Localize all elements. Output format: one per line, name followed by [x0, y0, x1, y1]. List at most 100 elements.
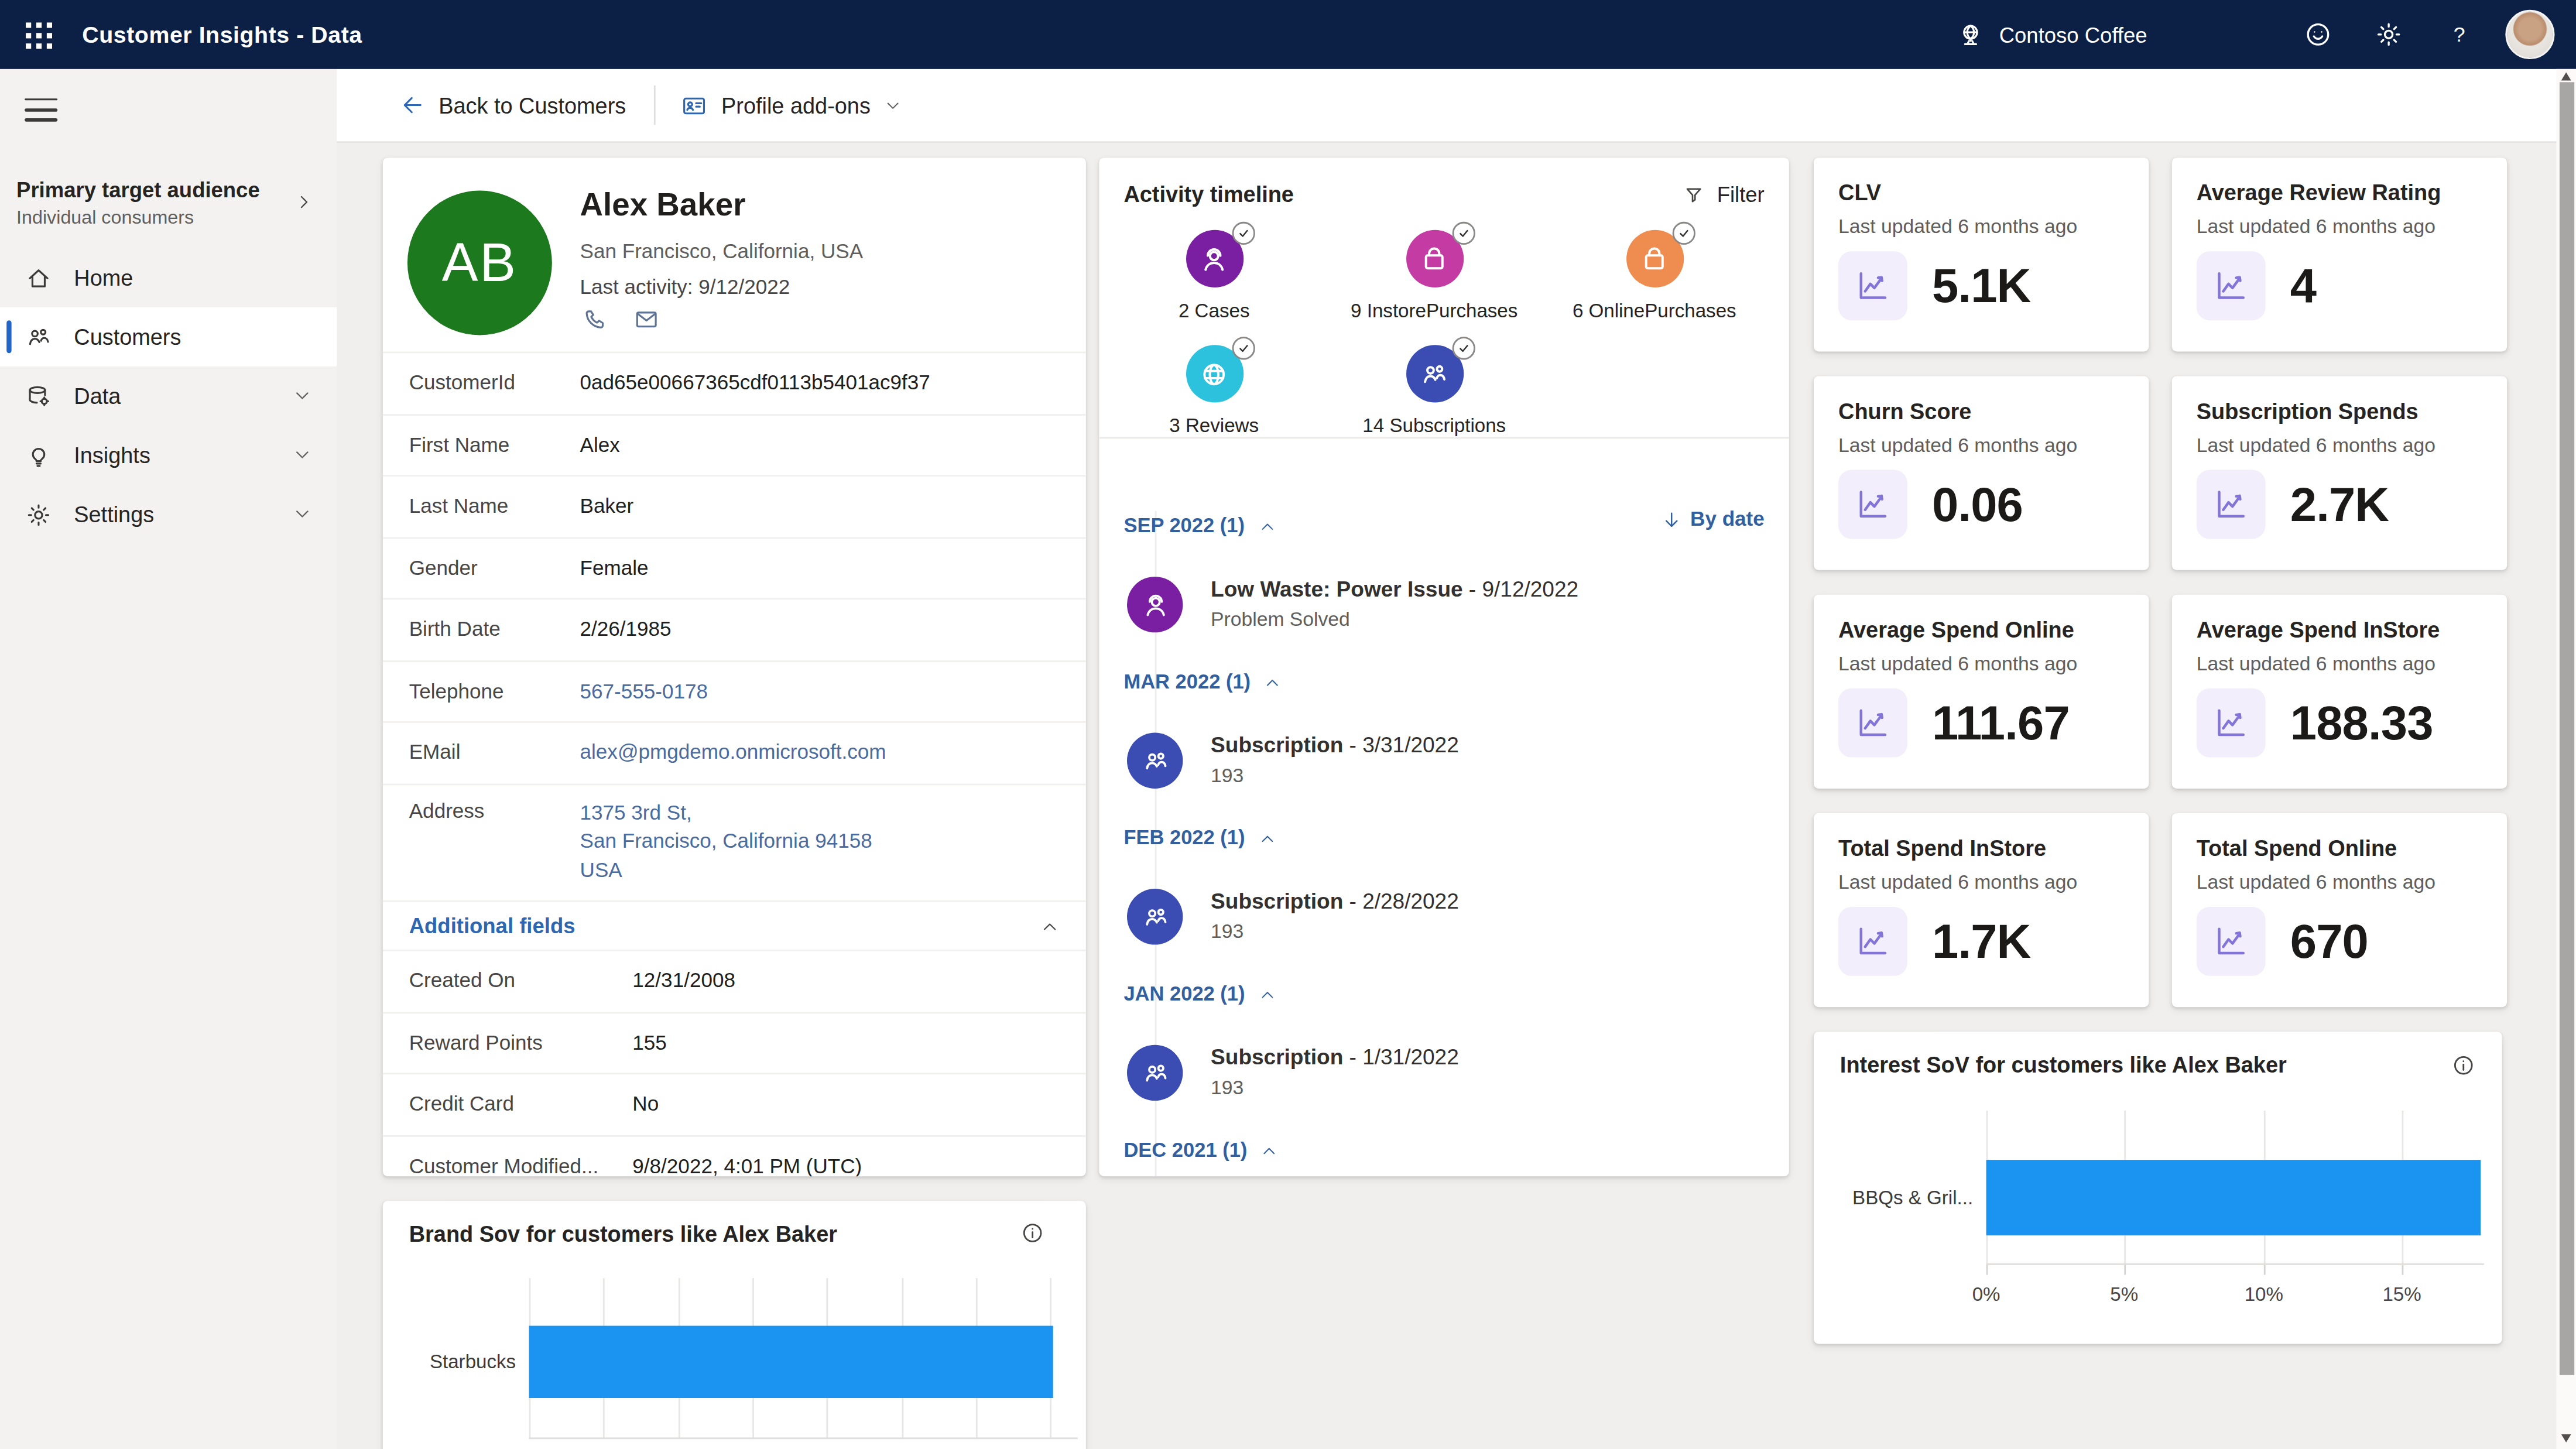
topbar-actions: Contoso Coffee ? — [1957, 0, 2576, 69]
line-chart-icon-tile — [2197, 251, 2266, 320]
line-chart-icon-tile — [2197, 907, 2266, 976]
sidebar-item-label: Settings — [74, 502, 154, 526]
field-label: Customer Modified... — [409, 1155, 633, 1176]
field-label: Credit Card — [409, 1093, 633, 1116]
activity-type-3-reviews[interactable]: 3 Reviews — [1104, 345, 1324, 437]
info-icon[interactable] — [1020, 1221, 1045, 1245]
metric-value: 670 — [2290, 907, 2368, 976]
environment-picker[interactable]: Contoso Coffee — [1957, 20, 2147, 49]
customer-insights-app: Customer Insights - Data Contoso Coffee … — [0, 0, 2576, 1449]
brand-sov-card: Brand Sov for customers like Alex Baker … — [383, 1201, 1086, 1449]
metric-updated: Last updated 6 months ago — [1838, 215, 2077, 238]
timeline-group-header[interactable]: DEC 2021 (1) — [1099, 1132, 1789, 1168]
timeline-group: DEC 2021 (1) — [1099, 1132, 1789, 1168]
sidebar-item-home[interactable]: Home — [0, 248, 337, 307]
metric-title: Average Spend InStore — [2197, 618, 2440, 642]
activity-type-circle — [1186, 345, 1243, 402]
help-button[interactable]: ? — [2423, 0, 2494, 69]
metric-updated: Last updated 6 months ago — [2197, 652, 2435, 675]
metric-value: 0.06 — [1932, 470, 2023, 539]
timeline-group-label: JAN 2022 (1) — [1123, 982, 1245, 1005]
sidebar-item-customers[interactable]: Customers — [0, 307, 337, 366]
info-icon[interactable] — [2451, 1053, 2476, 1078]
timeline-entry[interactable]: Subscription - 3/31/2022193 — [1099, 713, 1789, 809]
sidebar-item-insights[interactable]: Insights — [0, 426, 337, 485]
metric-card-average-review-rating: Average Review Rating Last updated 6 mont… — [2172, 157, 2507, 351]
timeline-group-header[interactable]: MAR 2022 (1) — [1099, 664, 1789, 700]
user-avatar[interactable] — [2505, 10, 2554, 59]
line-chart-icon — [1853, 922, 1892, 961]
field-value[interactable]: 567-555-0178 — [580, 680, 708, 703]
metric-card-total-spend-instore: Total Spend InStore Last updated 6 months… — [1814, 813, 2149, 1007]
settings-icon — [25, 500, 53, 528]
metric-card-subscription-spends: Subscription SpendsLast updated 6 months… — [2172, 376, 2507, 570]
mail-icon[interactable] — [632, 306, 660, 334]
axis-tick — [2402, 1265, 2404, 1275]
audience-picker[interactable]: Primary target audience Individual consu… — [0, 177, 337, 227]
activity-type-label: 2 Cases — [1104, 299, 1324, 322]
chart-axis-line — [529, 1437, 1078, 1439]
additional-fields-toggle[interactable]: Additional fields — [383, 900, 1086, 950]
activity-type-circle — [1626, 230, 1683, 287]
metric-title: Average Review Rating — [2197, 181, 2441, 205]
scrollbar-up-arrow[interactable] — [2560, 72, 2570, 80]
settings-button[interactable] — [2352, 0, 2423, 69]
sidebar-item-data[interactable]: Data — [0, 366, 337, 426]
metric-updated: Last updated 6 months ago — [1838, 652, 2077, 675]
timeline-group: JAN 2022 (1) Subscription - 1/31/2022193 — [1099, 976, 1789, 1121]
activity-type-2-cases[interactable]: 2 Cases — [1104, 230, 1324, 322]
field-label: Gender — [409, 557, 580, 580]
metric-updated: Last updated 6 months ago — [2197, 215, 2435, 238]
line-chart-icon — [1853, 703, 1892, 742]
field-value[interactable]: 1375 3rd St, San Francisco, California 9… — [580, 799, 872, 885]
metric-updated: Last updated 6 months ago — [1838, 871, 2077, 893]
people-icon — [1418, 357, 1451, 390]
metric-updated: Last updated 6 months ago — [1838, 434, 2077, 457]
sidebar-item-settings[interactable]: Settings — [0, 485, 337, 544]
chart-bar — [529, 1326, 1053, 1398]
metric-title: CLV — [1838, 181, 1881, 205]
activity-type-9-instorepurchases[interactable]: 9 InstorePurchases — [1324, 230, 1544, 322]
back-to-customers-button[interactable]: Back to Customers — [399, 92, 626, 118]
phone-icon[interactable] — [581, 306, 609, 334]
case-icon — [1139, 589, 1170, 620]
case-icon — [1198, 242, 1231, 275]
page-toolbar: Back to Customers Profile add-ons — [337, 69, 2576, 143]
activity-type-6-onlinepurchases[interactable]: 6 OnlinePurchases — [1544, 230, 1765, 322]
line-chart-icon-tile — [1838, 688, 1907, 758]
field-label: Created On — [409, 970, 633, 992]
field-row: GenderFemale — [383, 536, 1086, 598]
activity-type-label: 9 InstorePurchases — [1324, 299, 1544, 322]
line-chart-icon — [2211, 703, 2250, 742]
vertical-scrollbar[interactable] — [2556, 69, 2576, 1449]
scrollbar-down-arrow[interactable] — [2560, 1434, 2570, 1443]
data-icon — [25, 382, 53, 410]
activity-type-14-subscriptions[interactable]: 14 Subscriptions — [1324, 345, 1544, 437]
check-badge-icon — [1451, 222, 1474, 245]
field-value[interactable]: alex@pmgdemo.onmicrosoft.com — [580, 741, 886, 764]
timeline-entry[interactable]: Subscription - 2/28/2022193 — [1099, 869, 1789, 964]
timeline-entry[interactable]: Low Waste: Power Issue - 9/12/2022Proble… — [1099, 557, 1789, 652]
axis-tick — [1986, 1265, 1988, 1275]
nav-toggle-button[interactable] — [25, 90, 57, 117]
profile-addons-button[interactable]: Profile add-ons — [680, 91, 902, 119]
line-chart-icon-tile — [2197, 470, 2266, 539]
insights-icon — [25, 441, 53, 469]
field-value: 155 — [632, 1032, 667, 1054]
timeline-group-header[interactable]: JAN 2022 (1) — [1099, 976, 1789, 1012]
line-chart-icon — [2211, 485, 2250, 524]
metric-title: Total Spend InStore — [1838, 836, 2046, 861]
scrollbar-thumb[interactable] — [2559, 82, 2574, 1375]
check-badge-icon — [1451, 337, 1474, 359]
timeline-entry-title: Subscription - 2/28/2022 — [1211, 889, 1459, 913]
app-launcher-button[interactable] — [0, 0, 77, 69]
sort-by-date-button[interactable]: By date — [1661, 508, 1765, 530]
feedback-button[interactable] — [2282, 0, 2353, 69]
brand-category-label: Starbucks — [396, 1351, 516, 1373]
people-icon — [1127, 889, 1183, 944]
timeline-entry[interactable]: Subscription - 1/31/2022193 — [1099, 1025, 1789, 1121]
timeline-group-header[interactable]: FEB 2022 (1) — [1099, 820, 1789, 856]
axis-tick-label: 5% — [2110, 1283, 2138, 1306]
field-row: Telephone567-555-0178 — [383, 660, 1086, 721]
sidebar-item-label: Data — [74, 383, 121, 408]
